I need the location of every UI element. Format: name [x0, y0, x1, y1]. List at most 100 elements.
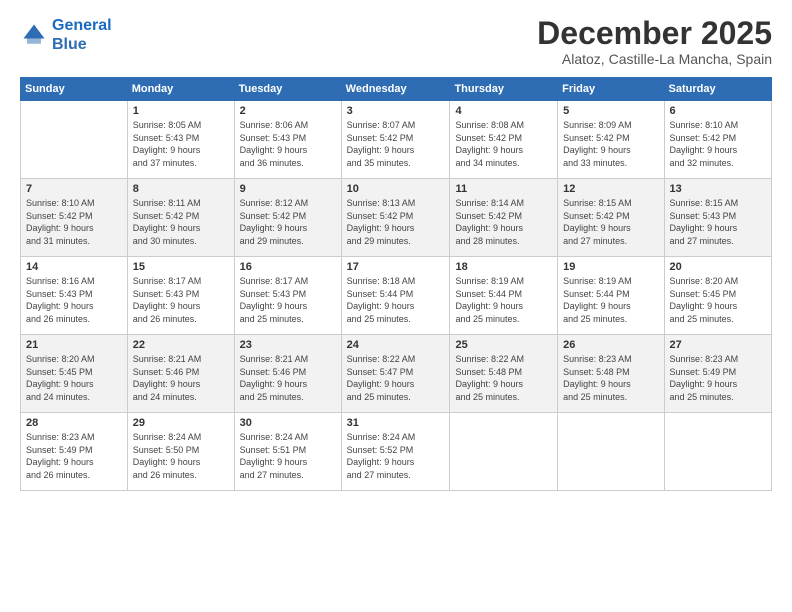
day-cell: 4 Sunrise: 8:08 AM Sunset: 5:42 PM Daylig…: [450, 101, 558, 179]
day-cell: 20Sunrise: 8:20 AM Sunset: 5:45 PM Dayli…: [664, 257, 771, 335]
day-number: 4: [455, 105, 552, 117]
day-info: Sunrise: 8:15 AM Sunset: 5:43 PM Dayligh…: [670, 197, 766, 247]
day-info: Sunrise: 8:14 AM Sunset: 5:42 PM Dayligh…: [455, 197, 552, 247]
day-cell: 29 Sunrise: 8:24 AM Sunset: 5:50 PM Dayli…: [127, 413, 234, 491]
title-area: December 2025 Alatoz, Castille-La Mancha…: [537, 16, 772, 67]
day-cell: 16Sunrise: 8:17 AM Sunset: 5:43 PM Dayli…: [234, 257, 341, 335]
logo-line1: General: [52, 17, 112, 34]
week-row-5: 28 Sunrise: 8:23 AM Sunset: 5:49 PM Dayli…: [21, 413, 772, 491]
day-cell: 3 Sunrise: 8:07 AM Sunset: 5:42 PM Daylig…: [341, 101, 450, 179]
day-cell: 15 Sunrise: 8:17 AM Sunset: 5:43 PM Dayli…: [127, 257, 234, 335]
day-cell: 5 Sunrise: 8:09 AM Sunset: 5:42 PM Daylig…: [558, 101, 664, 179]
day-cell: 21Sunrise: 8:20 AM Sunset: 5:45 PM Dayli…: [21, 335, 128, 413]
day-number: 1: [133, 105, 229, 117]
day-info: Sunrise: 8:08 AM Sunset: 5:42 PM Dayligh…: [455, 119, 552, 169]
day-number: 7: [26, 183, 122, 195]
day-number: 5: [563, 105, 658, 117]
month-title: December 2025: [537, 16, 772, 51]
day-number: 30: [240, 417, 336, 429]
day-number: 25: [455, 339, 552, 351]
day-cell: 1Sunrise: 8:05 AM Sunset: 5:43 PM Daylig…: [127, 101, 234, 179]
day-info: Sunrise: 8:17 AM Sunset: 5:43 PM Dayligh…: [133, 275, 229, 325]
day-cell: 2Sunrise: 8:06 AM Sunset: 5:43 PM Daylig…: [234, 101, 341, 179]
day-number: 11: [455, 183, 552, 195]
day-info: Sunrise: 8:10 AM Sunset: 5:42 PM Dayligh…: [26, 197, 122, 247]
day-number: 16: [240, 261, 336, 273]
day-info: Sunrise: 8:18 AM Sunset: 5:44 PM Dayligh…: [347, 275, 445, 325]
day-number: 3: [347, 105, 445, 117]
day-info: Sunrise: 8:24 AM Sunset: 5:50 PM Dayligh…: [133, 431, 229, 481]
day-info: Sunrise: 8:11 AM Sunset: 5:42 PM Dayligh…: [133, 197, 229, 247]
header-cell-friday: Friday: [558, 78, 664, 101]
logo-line2: Blue: [52, 36, 87, 53]
day-cell: 22Sunrise: 8:21 AM Sunset: 5:46 PM Dayli…: [127, 335, 234, 413]
day-number: 8: [133, 183, 229, 195]
day-cell: 9 Sunrise: 8:12 AM Sunset: 5:42 PM Daylig…: [234, 179, 341, 257]
day-cell: 30 Sunrise: 8:24 AM Sunset: 5:51 PM Dayli…: [234, 413, 341, 491]
day-info: Sunrise: 8:23 AM Sunset: 5:48 PM Dayligh…: [563, 353, 658, 403]
day-number: 18: [455, 261, 552, 273]
day-number: 15: [133, 261, 229, 273]
day-number: 23: [240, 339, 336, 351]
day-info: Sunrise: 8:22 AM Sunset: 5:48 PM Dayligh…: [455, 353, 552, 403]
day-cell: 24 Sunrise: 8:22 AM Sunset: 5:47 PM Dayli…: [341, 335, 450, 413]
day-cell: 14Sunrise: 8:16 AM Sunset: 5:43 PM Dayli…: [21, 257, 128, 335]
day-cell: 27 Sunrise: 8:23 AM Sunset: 5:49 PM Dayli…: [664, 335, 771, 413]
day-info: Sunrise: 8:23 AM Sunset: 5:49 PM Dayligh…: [670, 353, 766, 403]
header-cell-sunday: Sunday: [21, 78, 128, 101]
day-info: Sunrise: 8:21 AM Sunset: 5:46 PM Dayligh…: [133, 353, 229, 403]
day-number: 24: [347, 339, 445, 351]
day-number: 6: [670, 105, 766, 117]
week-row-3: 14Sunrise: 8:16 AM Sunset: 5:43 PM Dayli…: [21, 257, 772, 335]
header-cell-saturday: Saturday: [664, 78, 771, 101]
day-number: 2: [240, 105, 336, 117]
header: General Blue December 2025 Alatoz, Casti…: [20, 16, 772, 67]
day-info: Sunrise: 8:24 AM Sunset: 5:52 PM Dayligh…: [347, 431, 445, 481]
day-number: 13: [670, 183, 766, 195]
day-info: Sunrise: 8:22 AM Sunset: 5:47 PM Dayligh…: [347, 353, 445, 403]
day-cell: 10Sunrise: 8:13 AM Sunset: 5:42 PM Dayli…: [341, 179, 450, 257]
day-info: Sunrise: 8:09 AM Sunset: 5:42 PM Dayligh…: [563, 119, 658, 169]
day-info: Sunrise: 8:10 AM Sunset: 5:42 PM Dayligh…: [670, 119, 766, 169]
day-number: 21: [26, 339, 122, 351]
day-info: Sunrise: 8:07 AM Sunset: 5:42 PM Dayligh…: [347, 119, 445, 169]
header-cell-thursday: Thursday: [450, 78, 558, 101]
header-cell-monday: Monday: [127, 78, 234, 101]
day-number: 20: [670, 261, 766, 273]
day-cell: 28 Sunrise: 8:23 AM Sunset: 5:49 PM Dayli…: [21, 413, 128, 491]
calendar-table: SundayMondayTuesdayWednesdayThursdayFrid…: [20, 77, 772, 491]
day-number: 14: [26, 261, 122, 273]
week-row-4: 21Sunrise: 8:20 AM Sunset: 5:45 PM Dayli…: [21, 335, 772, 413]
header-cell-wednesday: Wednesday: [341, 78, 450, 101]
day-info: Sunrise: 8:21 AM Sunset: 5:46 PM Dayligh…: [240, 353, 336, 403]
day-info: Sunrise: 8:12 AM Sunset: 5:42 PM Dayligh…: [240, 197, 336, 247]
day-cell: 12 Sunrise: 8:15 AM Sunset: 5:42 PM Dayli…: [558, 179, 664, 257]
day-number: 28: [26, 417, 122, 429]
day-cell: [21, 101, 128, 179]
day-cell: 17 Sunrise: 8:18 AM Sunset: 5:44 PM Dayli…: [341, 257, 450, 335]
day-number: 19: [563, 261, 658, 273]
day-number: 12: [563, 183, 658, 195]
day-cell: 26Sunrise: 8:23 AM Sunset: 5:48 PM Dayli…: [558, 335, 664, 413]
day-number: 27: [670, 339, 766, 351]
header-cell-tuesday: Tuesday: [234, 78, 341, 101]
day-info: Sunrise: 8:24 AM Sunset: 5:51 PM Dayligh…: [240, 431, 336, 481]
day-cell: 13 Sunrise: 8:15 AM Sunset: 5:43 PM Dayli…: [664, 179, 771, 257]
day-number: 17: [347, 261, 445, 273]
day-cell: [450, 413, 558, 491]
day-number: 9: [240, 183, 336, 195]
day-cell: 25 Sunrise: 8:22 AM Sunset: 5:48 PM Dayli…: [450, 335, 558, 413]
logo-text: General Blue: [52, 16, 112, 54]
week-row-2: 7 Sunrise: 8:10 AM Sunset: 5:42 PM Daylig…: [21, 179, 772, 257]
day-cell: [558, 413, 664, 491]
day-info: Sunrise: 8:23 AM Sunset: 5:49 PM Dayligh…: [26, 431, 122, 481]
day-info: Sunrise: 8:15 AM Sunset: 5:42 PM Dayligh…: [563, 197, 658, 247]
day-info: Sunrise: 8:19 AM Sunset: 5:44 PM Dayligh…: [455, 275, 552, 325]
day-number: 10: [347, 183, 445, 195]
day-cell: 23 Sunrise: 8:21 AM Sunset: 5:46 PM Dayli…: [234, 335, 341, 413]
day-number: 29: [133, 417, 229, 429]
logo-icon: [20, 21, 48, 49]
week-row-1: 1Sunrise: 8:05 AM Sunset: 5:43 PM Daylig…: [21, 101, 772, 179]
day-info: Sunrise: 8:19 AM Sunset: 5:44 PM Dayligh…: [563, 275, 658, 325]
day-cell: 8 Sunrise: 8:11 AM Sunset: 5:42 PM Daylig…: [127, 179, 234, 257]
